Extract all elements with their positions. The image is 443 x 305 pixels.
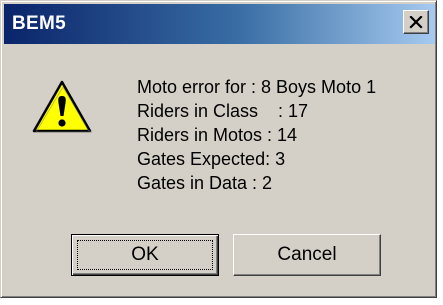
close-x-icon: [409, 16, 423, 29]
cancel-button[interactable]: Cancel: [233, 234, 381, 276]
title-bar[interactable]: BEM5: [4, 4, 435, 44]
ok-button[interactable]: OK: [71, 234, 219, 276]
message-line: Gates in Data : 2: [137, 173, 273, 193]
message-text: Moto error for : 8 Boys Moto 1 Riders in…: [137, 75, 376, 195]
message-line: Riders in Class : 17: [137, 101, 309, 121]
message-line: Moto error for : 8 Boys Moto 1: [137, 77, 377, 97]
cancel-button-label: Cancel: [277, 244, 337, 265]
window-title: BEM5: [12, 13, 66, 34]
message-line: Gates Expected: 3: [137, 149, 286, 169]
ok-button-label: OK: [131, 244, 159, 265]
message-dialog: BEM5 Moto error for : 8 Boys Moto 1 Ride…: [0, 0, 437, 298]
close-button[interactable]: [403, 10, 429, 34]
warning-icon: [32, 80, 93, 133]
message-line: Riders in Motos : 14: [137, 125, 298, 145]
